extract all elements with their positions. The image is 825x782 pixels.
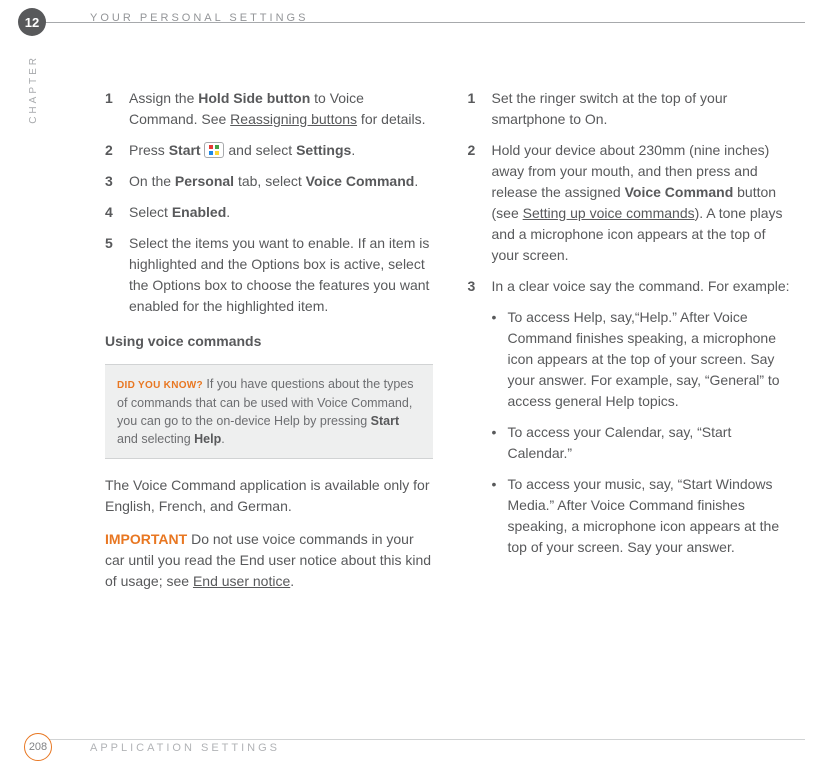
text: Press xyxy=(129,142,169,158)
step-number: 2 xyxy=(468,140,492,266)
step-1: 1 Assign the Hold Side button to Voice C… xyxy=(105,88,433,130)
step-number: 1 xyxy=(105,88,129,130)
bold-text: Help xyxy=(194,432,221,446)
bullet-text: To access Help, say,“Help.” After Voice … xyxy=(508,307,796,412)
step-text: Assign the Hold Side button to Voice Com… xyxy=(129,88,433,130)
text: and selecting xyxy=(117,432,194,446)
text: . xyxy=(414,173,418,189)
step-4: 4 Select Enabled. xyxy=(105,202,433,223)
tip-lead: DID YOU KNOW? xyxy=(117,380,203,391)
step-number: 3 xyxy=(105,171,129,192)
text: . xyxy=(290,573,294,589)
bold-text: Start xyxy=(371,414,399,428)
header-rule xyxy=(32,22,805,23)
step-number: 3 xyxy=(468,276,492,297)
footer-title: APPLICATION SETTINGS xyxy=(90,742,280,754)
step-3: 3 On the Personal tab, select Voice Comm… xyxy=(105,171,433,192)
step-text: On the Personal tab, select Voice Comman… xyxy=(129,171,433,192)
text: for details. xyxy=(357,111,425,127)
step-2: 2 Press Start and select Settings. xyxy=(105,140,433,161)
step-number: 1 xyxy=(468,88,492,130)
bullet-dot: • xyxy=(492,422,508,464)
windows-start-icon xyxy=(204,142,224,158)
text: On the xyxy=(129,173,175,189)
bold-text: Settings xyxy=(296,142,351,158)
did-you-know-box: DID YOU KNOW? If you have questions abou… xyxy=(105,364,433,459)
link-text: End user notice xyxy=(193,573,290,589)
bullet-1: • To access Help, say,“Help.” After Voic… xyxy=(468,307,796,412)
step-text: Press Start and select Settings. xyxy=(129,140,433,161)
text: . xyxy=(226,204,230,220)
bullet-3: • To access your music, say, “Start Wind… xyxy=(468,474,796,558)
bullet-2: • To access your Calendar, say, “Start C… xyxy=(468,422,796,464)
text: . xyxy=(351,142,355,158)
subheading: Using voice commands xyxy=(105,331,433,352)
bullet-text: To access your music, say, “Start Window… xyxy=(508,474,796,558)
text: and select xyxy=(228,142,296,158)
left-column: 1 Assign the Hold Side button to Voice C… xyxy=(105,88,433,604)
bold-text: Hold Side button xyxy=(198,90,310,106)
step-1: 1 Set the ringer switch at the top of yo… xyxy=(468,88,796,130)
chapter-number-badge: 12 xyxy=(18,8,46,36)
chapter-label: CHAPTER xyxy=(28,55,39,124)
step-text: In a clear voice say the command. For ex… xyxy=(492,276,796,297)
bold-text: Enabled xyxy=(172,204,226,220)
paragraph: The Voice Command application is availab… xyxy=(105,475,433,517)
step-number: 4 xyxy=(105,202,129,223)
step-2: 2 Hold your device about 230mm (nine inc… xyxy=(468,140,796,266)
important-lead: IMPORTANT xyxy=(105,531,187,547)
bullet-dot: • xyxy=(492,474,508,558)
step-text: Select Enabled. xyxy=(129,202,433,223)
bold-text: Personal xyxy=(175,173,234,189)
text: Assign the xyxy=(129,90,198,106)
step-text: Set the ringer switch at the top of your… xyxy=(492,88,796,130)
text: tab, select xyxy=(234,173,306,189)
bold-text: Start xyxy=(169,142,201,158)
right-column: 1 Set the ringer switch at the top of yo… xyxy=(468,88,796,604)
bullet-dot: • xyxy=(492,307,508,412)
page-number-badge: 208 xyxy=(24,733,52,761)
step-number: 5 xyxy=(105,233,129,317)
text: . xyxy=(221,432,224,446)
step-text: Select the items you want to enable. If … xyxy=(129,233,433,317)
important-paragraph: IMPORTANT Do not use voice commands in y… xyxy=(105,529,433,592)
text: Select xyxy=(129,204,172,220)
bold-text: Voice Command xyxy=(625,184,734,200)
link-text: Setting up voice commands xyxy=(523,205,695,221)
bullet-text: To access your Calendar, say, “Start Cal… xyxy=(508,422,796,464)
step-text: Hold your device about 230mm (nine inche… xyxy=(492,140,796,266)
step-number: 2 xyxy=(105,140,129,161)
link-text: Reassigning buttons xyxy=(230,111,357,127)
bold-text: Voice Command xyxy=(306,173,415,189)
footer-rule xyxy=(32,739,805,740)
step-5: 5 Select the items you want to enable. I… xyxy=(105,233,433,317)
step-3: 3 In a clear voice say the command. For … xyxy=(468,276,796,297)
